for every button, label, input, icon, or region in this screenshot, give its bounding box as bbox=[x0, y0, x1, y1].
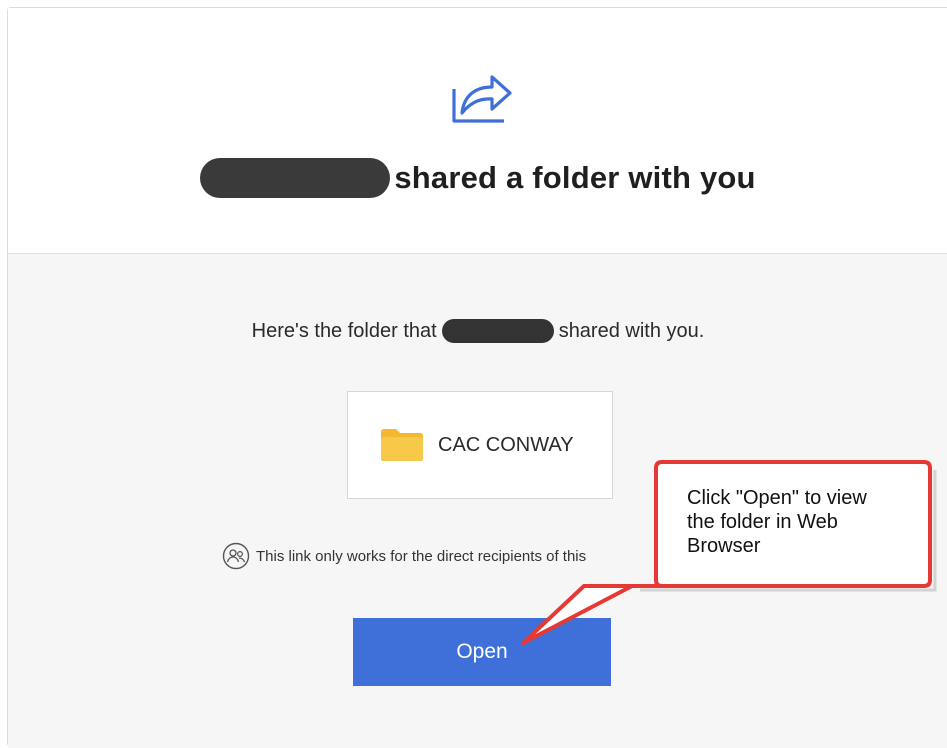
recipient-note: This link only works for the direct reci… bbox=[222, 541, 586, 571]
redacted-sender-name-inline bbox=[441, 319, 554, 343]
intro-prefix: Here's the folder that bbox=[251, 319, 437, 342]
share-header: shared a folder with you bbox=[8, 8, 947, 254]
folder-icon bbox=[381, 429, 423, 461]
people-icon bbox=[222, 542, 250, 570]
recipient-note-text: This link only works for the direct reci… bbox=[256, 547, 587, 565]
folder-name: CAC CONWAY bbox=[438, 433, 574, 456]
callout-line-1: Click "Open" to view bbox=[687, 487, 867, 509]
share-card: shared a folder with you Here's the fold… bbox=[7, 7, 947, 748]
intro-message: Here's the folder that shared with you. bbox=[8, 316, 947, 346]
intro-suffix: shared with you. bbox=[558, 319, 705, 342]
callout-line-2: the folder in Web bbox=[687, 511, 838, 533]
shared-folder-card[interactable]: CAC CONWAY bbox=[347, 391, 613, 499]
page-title: shared a folder with you bbox=[8, 153, 947, 203]
callout-text: Click "Open" to view the folder in Web B… bbox=[687, 486, 912, 558]
title-text: shared a folder with you bbox=[394, 160, 756, 195]
share-arrow-icon bbox=[452, 75, 512, 123]
callout-line-3: Browser bbox=[687, 535, 761, 557]
redacted-sender-name bbox=[200, 158, 391, 198]
open-button[interactable]: Open bbox=[353, 618, 611, 686]
